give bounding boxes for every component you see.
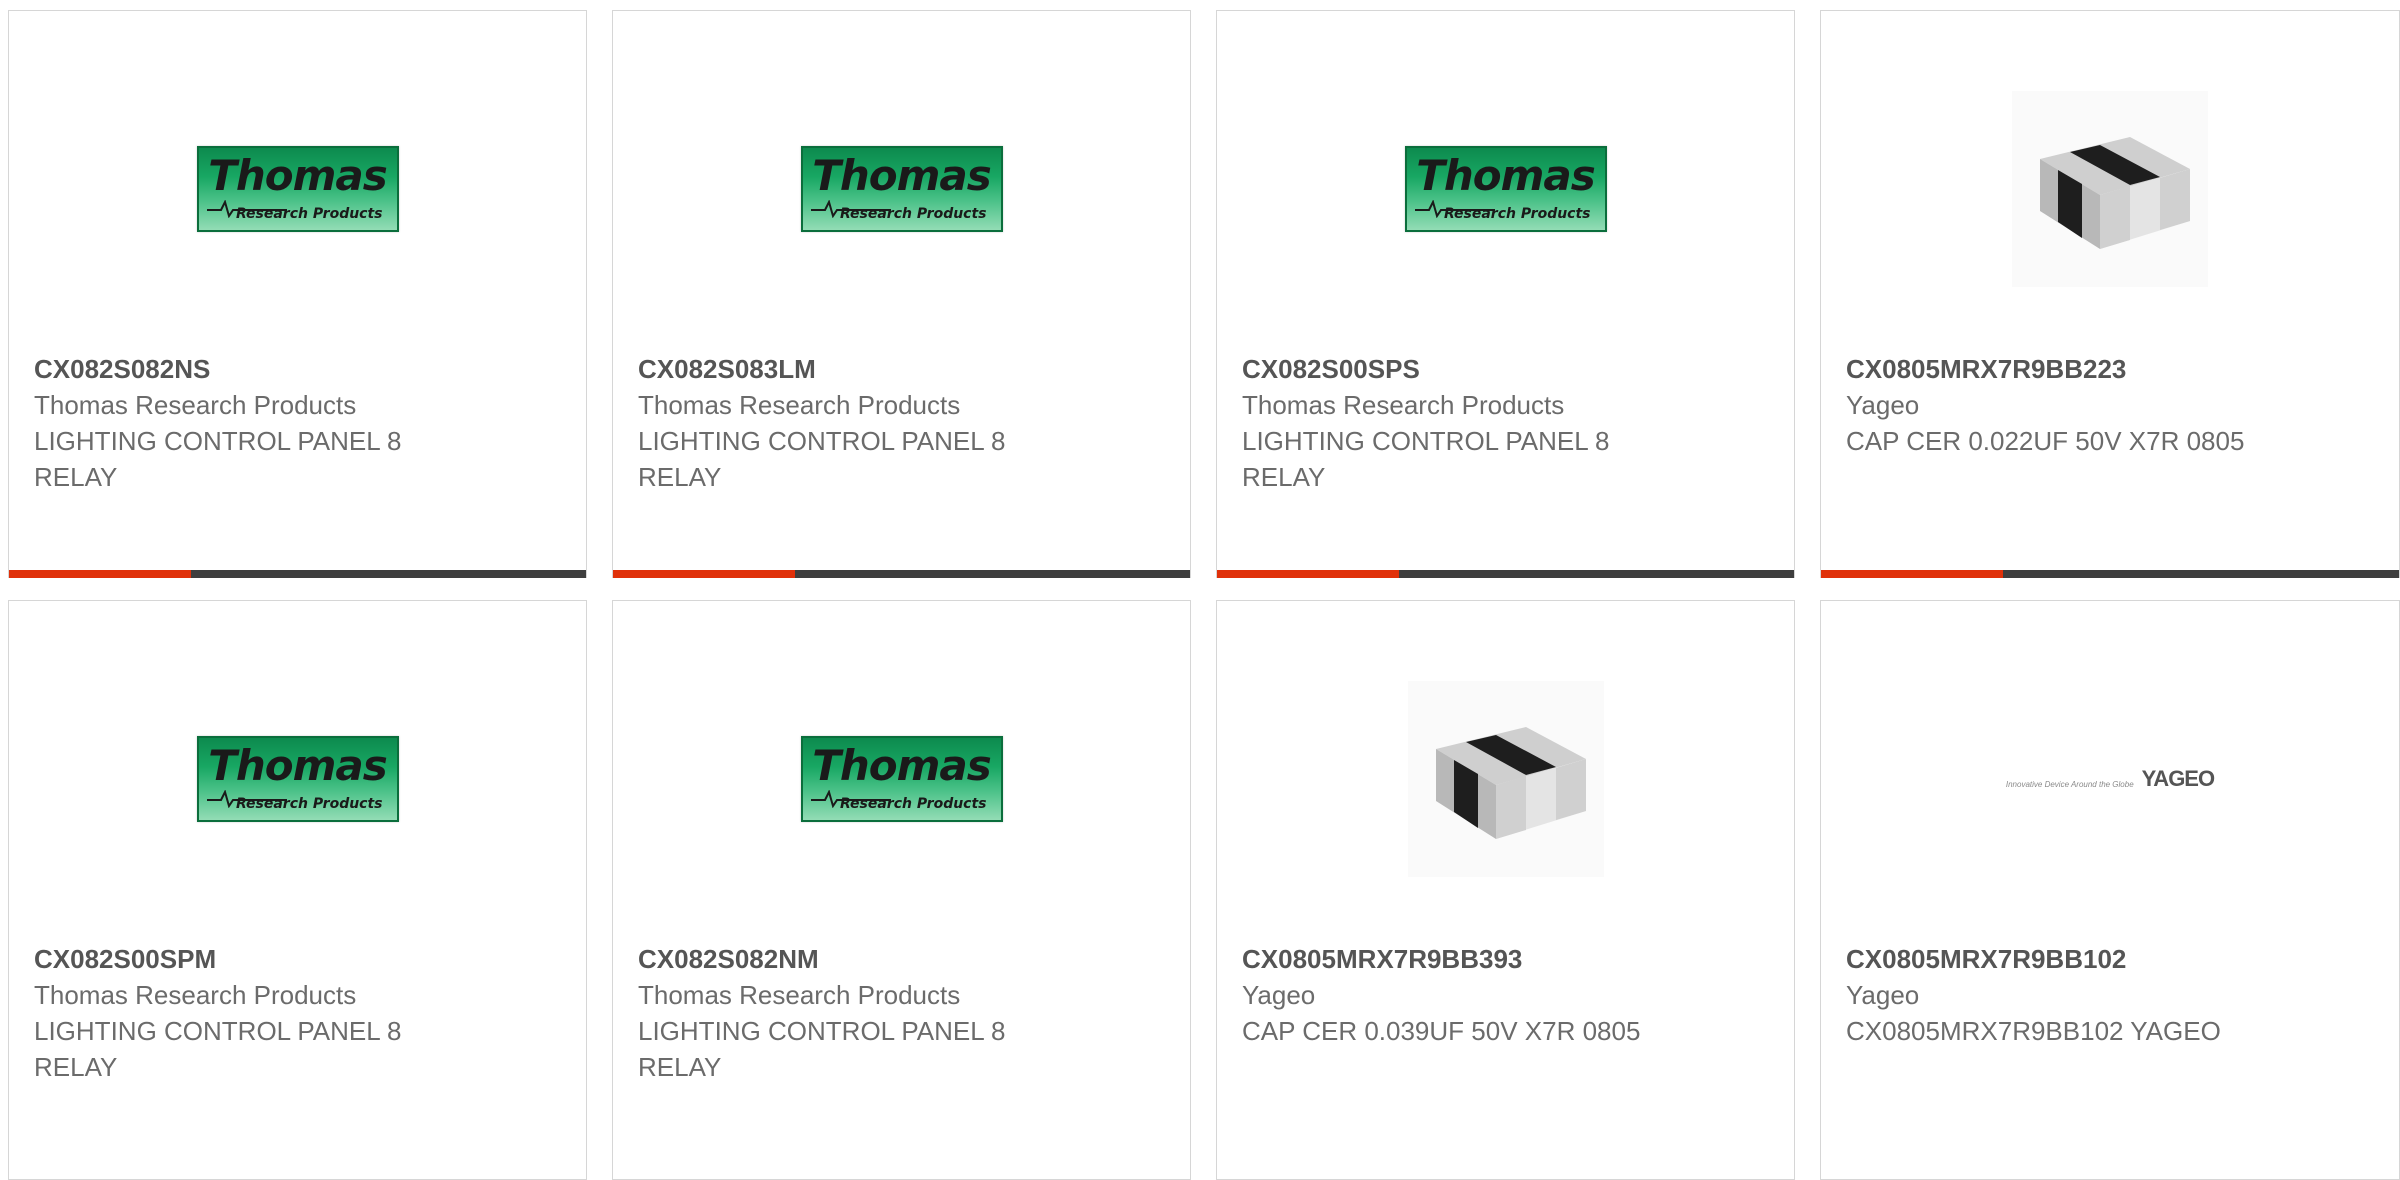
part-number[interactable]: CX082S00SPS <box>1242 351 1774 387</box>
product-card[interactable]: Thomas Research Products CX082S082NS Tho… <box>8 10 587 578</box>
part-number[interactable]: CX082S082NS <box>34 351 566 387</box>
product-description: LIGHTING CONTROL PANEL 8 RELAY <box>1242 426 1610 492</box>
product-image[interactable]: Thomas Research Products <box>9 81 586 297</box>
thomas-logo: Thomas Research Products <box>196 146 399 232</box>
part-number[interactable]: CX0805MRX7R9BB393 <box>1242 941 1774 977</box>
thomas-logo: Thomas Research Products <box>800 146 1003 232</box>
product-card[interactable]: Innovative Device Around the Globe YAGEO… <box>1820 600 2400 1180</box>
card-bottom-bar <box>1217 570 1794 578</box>
product-card[interactable]: Thomas Research Products CX082S083LM Tho… <box>612 10 1191 578</box>
product-description: LIGHTING CONTROL PANEL 8 RELAY <box>34 1016 402 1082</box>
thomas-logo: Thomas Research Products <box>1404 146 1607 232</box>
manufacturer-name: Thomas Research Products <box>638 390 961 420</box>
product-card[interactable]: CX0805MRX7R9BB393 Yageo CAP CER 0.039UF … <box>1216 600 1795 1180</box>
chip-capacitor-image <box>1407 681 1604 877</box>
product-description: CAP CER 0.039UF 50V X7R 0805 <box>1242 1016 1641 1046</box>
product-image[interactable]: Innovative Device Around the Globe YAGEO <box>1821 671 2399 887</box>
part-number[interactable]: CX0805MRX7R9BB223 <box>1846 351 2379 387</box>
chip-capacitor-image <box>2012 91 2208 287</box>
manufacturer-name: Thomas Research Products <box>1242 390 1565 420</box>
product-card[interactable]: Thomas Research Products CX082S00SPS Tho… <box>1216 10 1795 578</box>
product-description: LIGHTING CONTROL PANEL 8 RELAY <box>638 426 1006 492</box>
product-card[interactable]: Thomas Research Products CX082S082NM Tho… <box>612 600 1191 1180</box>
thomas-logo: Thomas Research Products <box>196 736 399 822</box>
card-bottom-bar <box>1821 570 2399 578</box>
card-accent-bar <box>1217 570 1399 578</box>
card-accent-bar <box>1821 570 2003 578</box>
product-image[interactable] <box>1821 81 2399 297</box>
product-description: LIGHTING CONTROL PANEL 8 RELAY <box>34 426 402 492</box>
product-grid: Thomas Research Products CX082S082NS Tho… <box>0 0 2400 1180</box>
product-card[interactable]: Thomas Research Products CX082S00SPM Tho… <box>8 600 587 1180</box>
card-bottom-bar <box>613 570 1190 578</box>
manufacturer-name: Yageo <box>1846 980 1920 1010</box>
yageo-logo: Innovative Device Around the Globe YAGEO <box>2005 766 2215 791</box>
product-image[interactable] <box>1217 671 1794 887</box>
card-accent-bar <box>613 570 795 578</box>
part-number[interactable]: CX082S00SPM <box>34 941 566 977</box>
product-image[interactable]: Thomas Research Products <box>1217 81 1794 297</box>
thomas-logo: Thomas Research Products <box>800 736 1003 822</box>
card-bottom-bar <box>9 570 586 578</box>
manufacturer-name: Thomas Research Products <box>638 980 961 1010</box>
product-description: LIGHTING CONTROL PANEL 8 RELAY <box>638 1016 1006 1082</box>
chip-capacitor-icon <box>2040 137 2190 249</box>
manufacturer-name: Thomas Research Products <box>34 390 357 420</box>
part-number[interactable]: CX082S082NM <box>638 941 1170 977</box>
part-number[interactable]: CX0805MRX7R9BB102 <box>1846 941 2379 977</box>
manufacturer-name: Yageo <box>1242 980 1316 1010</box>
part-number[interactable]: CX082S083LM <box>638 351 1170 387</box>
product-image[interactable]: Thomas Research Products <box>9 671 586 887</box>
product-description: CAP CER 0.022UF 50V X7R 0805 <box>1846 426 2245 456</box>
manufacturer-name: Thomas Research Products <box>34 980 357 1010</box>
product-description: CX0805MRX7R9BB102 YAGEO <box>1846 1016 2221 1046</box>
product-image[interactable]: Thomas Research Products <box>613 671 1190 887</box>
card-accent-bar <box>9 570 191 578</box>
manufacturer-name: Yageo <box>1846 390 1920 420</box>
product-card[interactable]: CX0805MRX7R9BB223 Yageo CAP CER 0.022UF … <box>1820 10 2400 578</box>
chip-capacitor-icon <box>1435 727 1586 839</box>
product-image[interactable]: Thomas Research Products <box>613 81 1190 297</box>
